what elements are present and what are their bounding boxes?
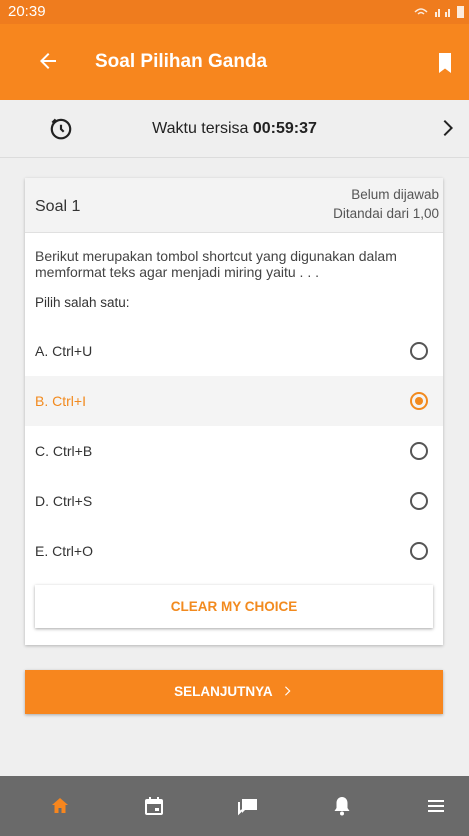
next-button[interactable]: SELANJUTNYA xyxy=(25,670,443,714)
nav-calendar[interactable] xyxy=(134,776,174,836)
messages-icon xyxy=(238,799,257,816)
answer-status: Belum dijawab xyxy=(351,187,439,202)
question-title: Soal 1 xyxy=(35,198,81,215)
question-card: Soal 1 Belum dijawab Ditandai dari 1,00 … xyxy=(25,178,443,645)
mark-status: Ditandai dari 1,00 xyxy=(333,206,439,221)
menu-icon xyxy=(428,800,444,812)
nav-home[interactable] xyxy=(40,776,80,836)
timer-text: Waktu tersisa 00:59:37 xyxy=(0,120,469,138)
chevron-right-icon[interactable] xyxy=(435,116,459,140)
question-status: Belum dijawab Ditandai dari 1,00 xyxy=(333,185,439,223)
timer-bar[interactable]: Waktu tersisa 00:59:37 xyxy=(0,100,469,158)
option-b[interactable]: B. Ctrl+I xyxy=(25,376,443,426)
question-instruction: Pilih salah satu: xyxy=(35,295,130,310)
status-bar: 20:39 xyxy=(0,0,469,24)
bookmark-button[interactable] xyxy=(431,49,459,77)
nav-notifications[interactable] xyxy=(322,776,362,836)
question-header: Soal 1 Belum dijawab Ditandai dari 1,00 xyxy=(25,178,443,233)
arrow-left-icon xyxy=(40,53,56,69)
back-button[interactable] xyxy=(30,41,70,81)
radio-button[interactable] xyxy=(410,392,428,410)
option-e[interactable]: E. Ctrl+O xyxy=(25,526,443,576)
radio-button[interactable] xyxy=(410,492,428,510)
option-label: D. Ctrl+S xyxy=(35,493,93,509)
radio-button[interactable] xyxy=(410,342,428,360)
status-icons xyxy=(413,4,465,21)
option-c[interactable]: C. Ctrl+B xyxy=(25,426,443,476)
signal-icon xyxy=(414,6,464,18)
option-label: A. Ctrl+U xyxy=(35,343,93,359)
question-text: Berikut merupakan tombol shortcut yang d… xyxy=(35,248,397,280)
radio-button[interactable] xyxy=(410,442,428,460)
option-label: C. Ctrl+B xyxy=(35,443,93,459)
status-time: 20:39 xyxy=(8,3,46,20)
notifications-icon xyxy=(334,797,350,816)
home-icon xyxy=(52,798,68,813)
option-label: E. Ctrl+O xyxy=(35,543,93,559)
app-bar: Soal Pilihan Ganda xyxy=(0,24,469,100)
option-a[interactable]: A. Ctrl+U xyxy=(25,326,443,376)
clear-choice-button[interactable]: CLEAR MY CHOICE xyxy=(35,585,433,628)
option-label: B. Ctrl+I xyxy=(35,393,86,409)
timer-label: Waktu tersisa xyxy=(152,120,253,137)
page-title: Soal Pilihan Ganda xyxy=(95,51,268,72)
next-button-label: SELANJUTNYA xyxy=(174,684,273,699)
option-d[interactable]: D. Ctrl+S xyxy=(25,476,443,526)
bottom-nav xyxy=(0,776,469,836)
radio-button[interactable] xyxy=(410,542,428,560)
calendar-icon xyxy=(145,797,163,815)
bookmark-icon xyxy=(439,53,451,73)
nav-messages[interactable] xyxy=(228,776,268,836)
chevron-right-icon xyxy=(284,686,291,696)
timer-value: 00:59:37 xyxy=(252,120,317,137)
nav-menu[interactable] xyxy=(416,776,456,836)
